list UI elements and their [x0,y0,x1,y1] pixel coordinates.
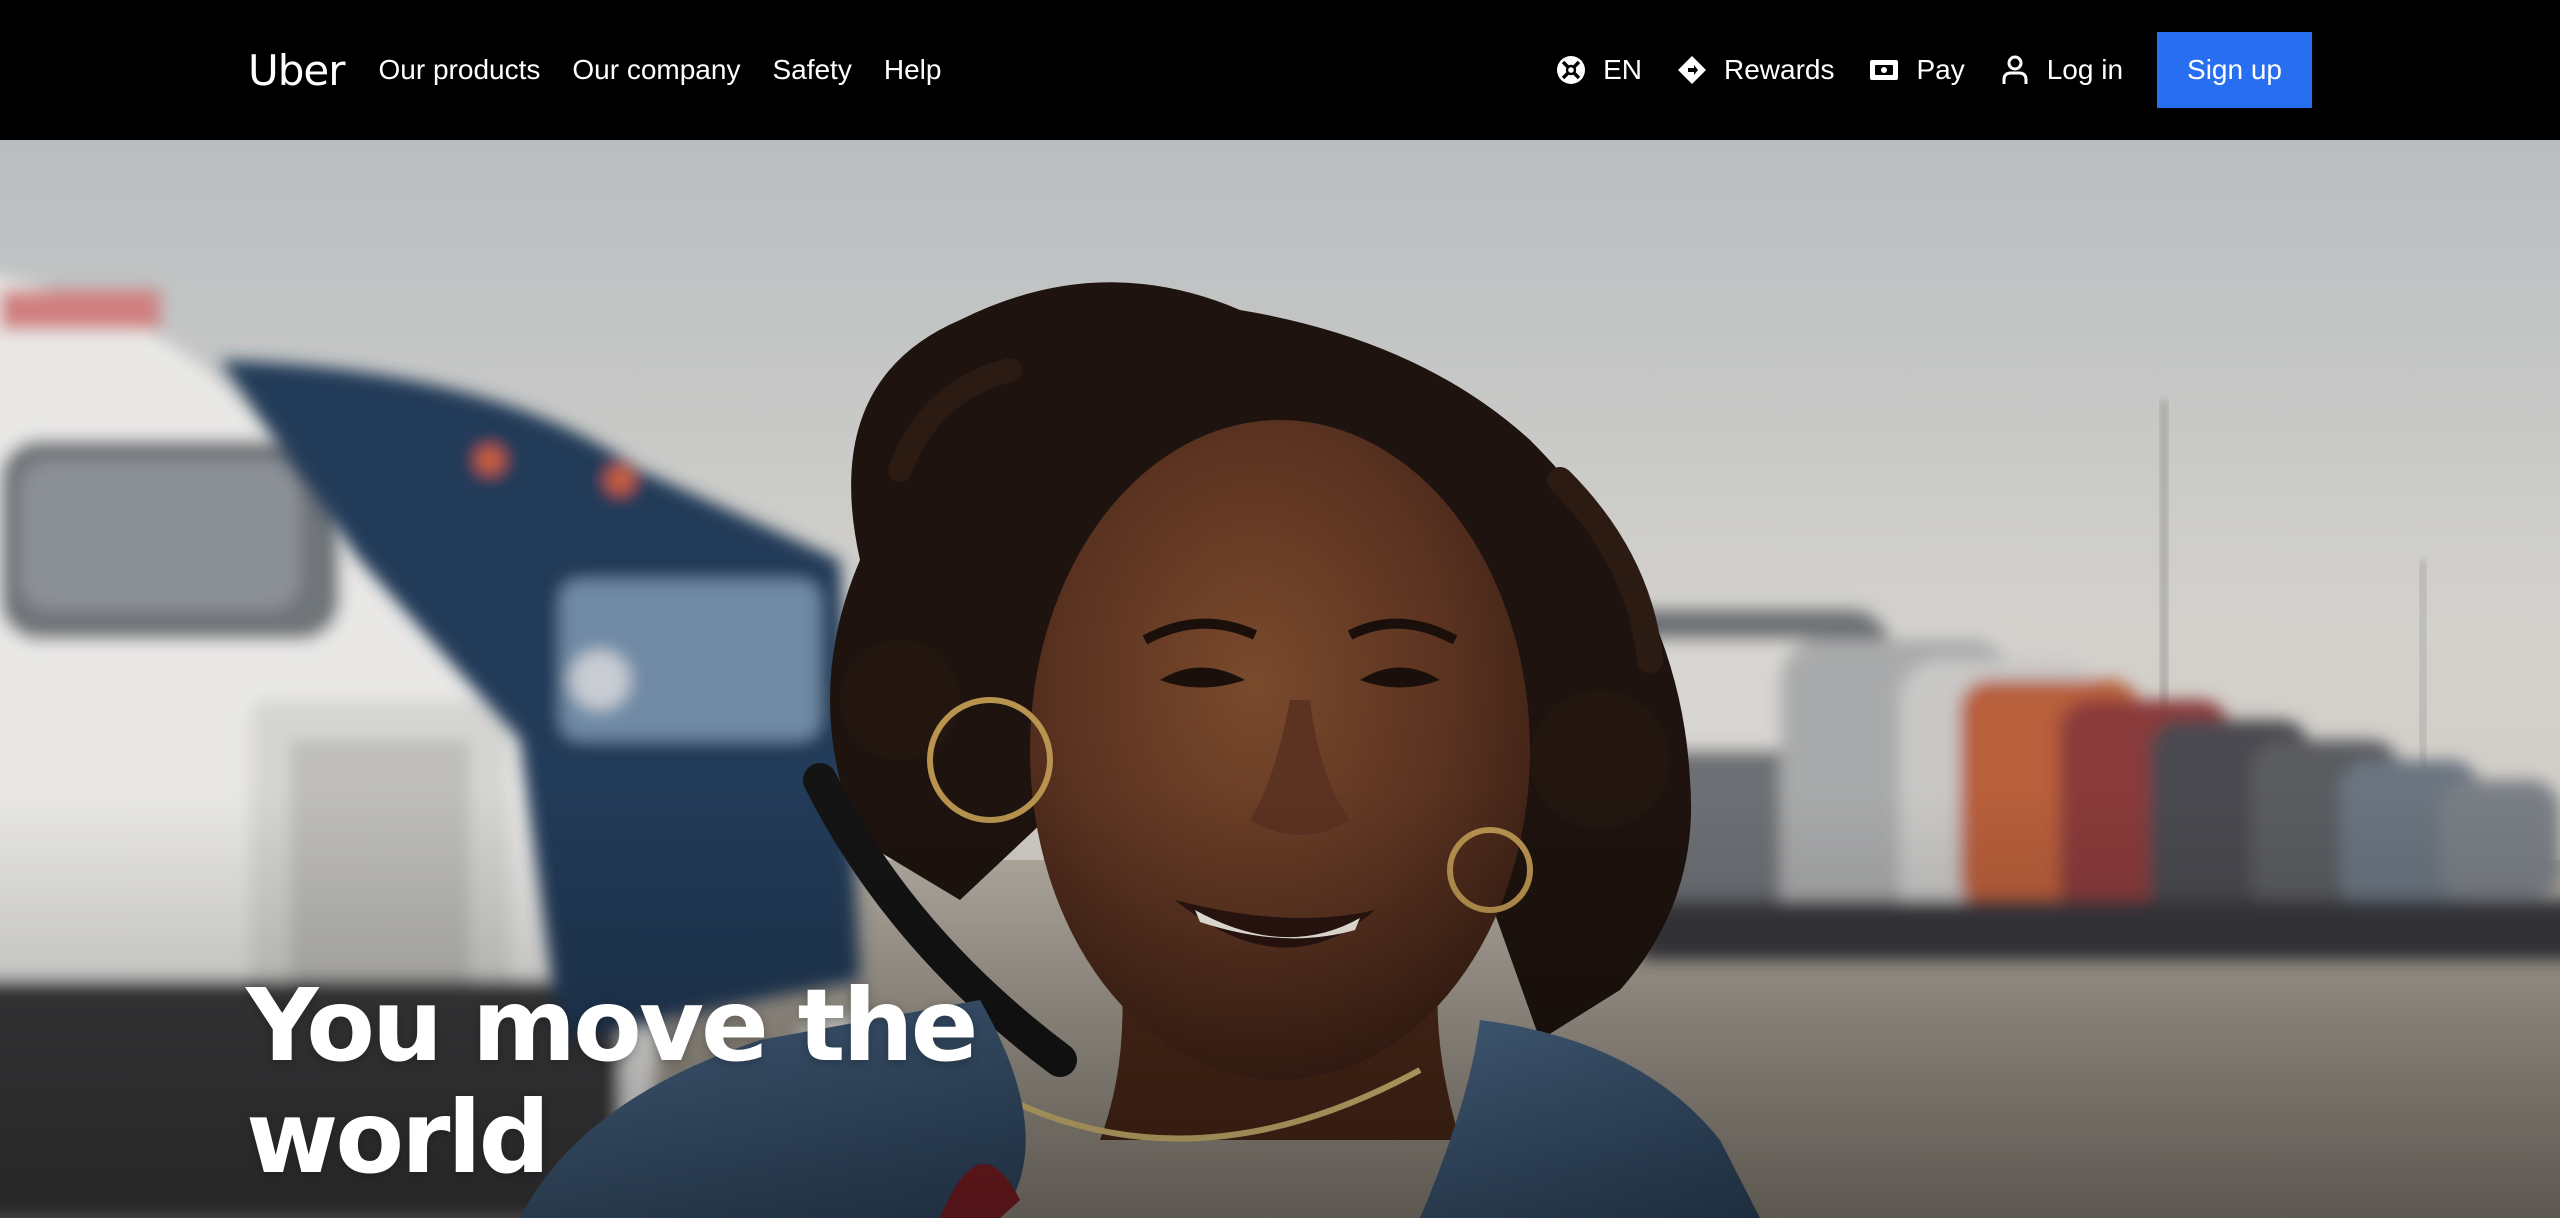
nav-link-help[interactable]: Help [884,54,942,86]
login-link[interactable]: Log in [1999,54,2123,86]
diamond-icon [1676,54,1708,86]
sign-up-button[interactable]: Sign up [2157,32,2312,108]
rewards-link[interactable]: Rewards [1676,54,1834,86]
person-icon [1999,54,2031,86]
language-label: EN [1603,54,1642,85]
hero-title-line1: You move the [246,967,978,1084]
rewards-label: Rewards [1724,54,1835,85]
hero-title: You move the world [246,970,1146,1194]
language-selector[interactable]: EN [1555,54,1642,86]
uber-logo[interactable]: Uber [248,46,346,95]
pay-label: Pay [1916,54,1965,85]
secondary-nav: EN Rewards Pay Log in Sign up [1555,32,2312,108]
top-navigation-bar: Uber Our products Our company Safety Hel… [0,0,2560,140]
nav-link-our-products[interactable]: Our products [379,54,541,86]
hero-title-line2: world [246,1079,550,1196]
wallet-icon [1868,54,1900,86]
globe-icon [1555,54,1587,86]
pay-link[interactable]: Pay [1868,54,1965,86]
nav-link-our-company[interactable]: Our company [572,54,740,86]
nav-link-safety[interactable]: Safety [772,54,851,86]
login-label: Log in [2046,54,2124,85]
hero-section: You move the world [0,140,2560,1218]
primary-nav: Our products Our company Safety Help [379,54,942,86]
